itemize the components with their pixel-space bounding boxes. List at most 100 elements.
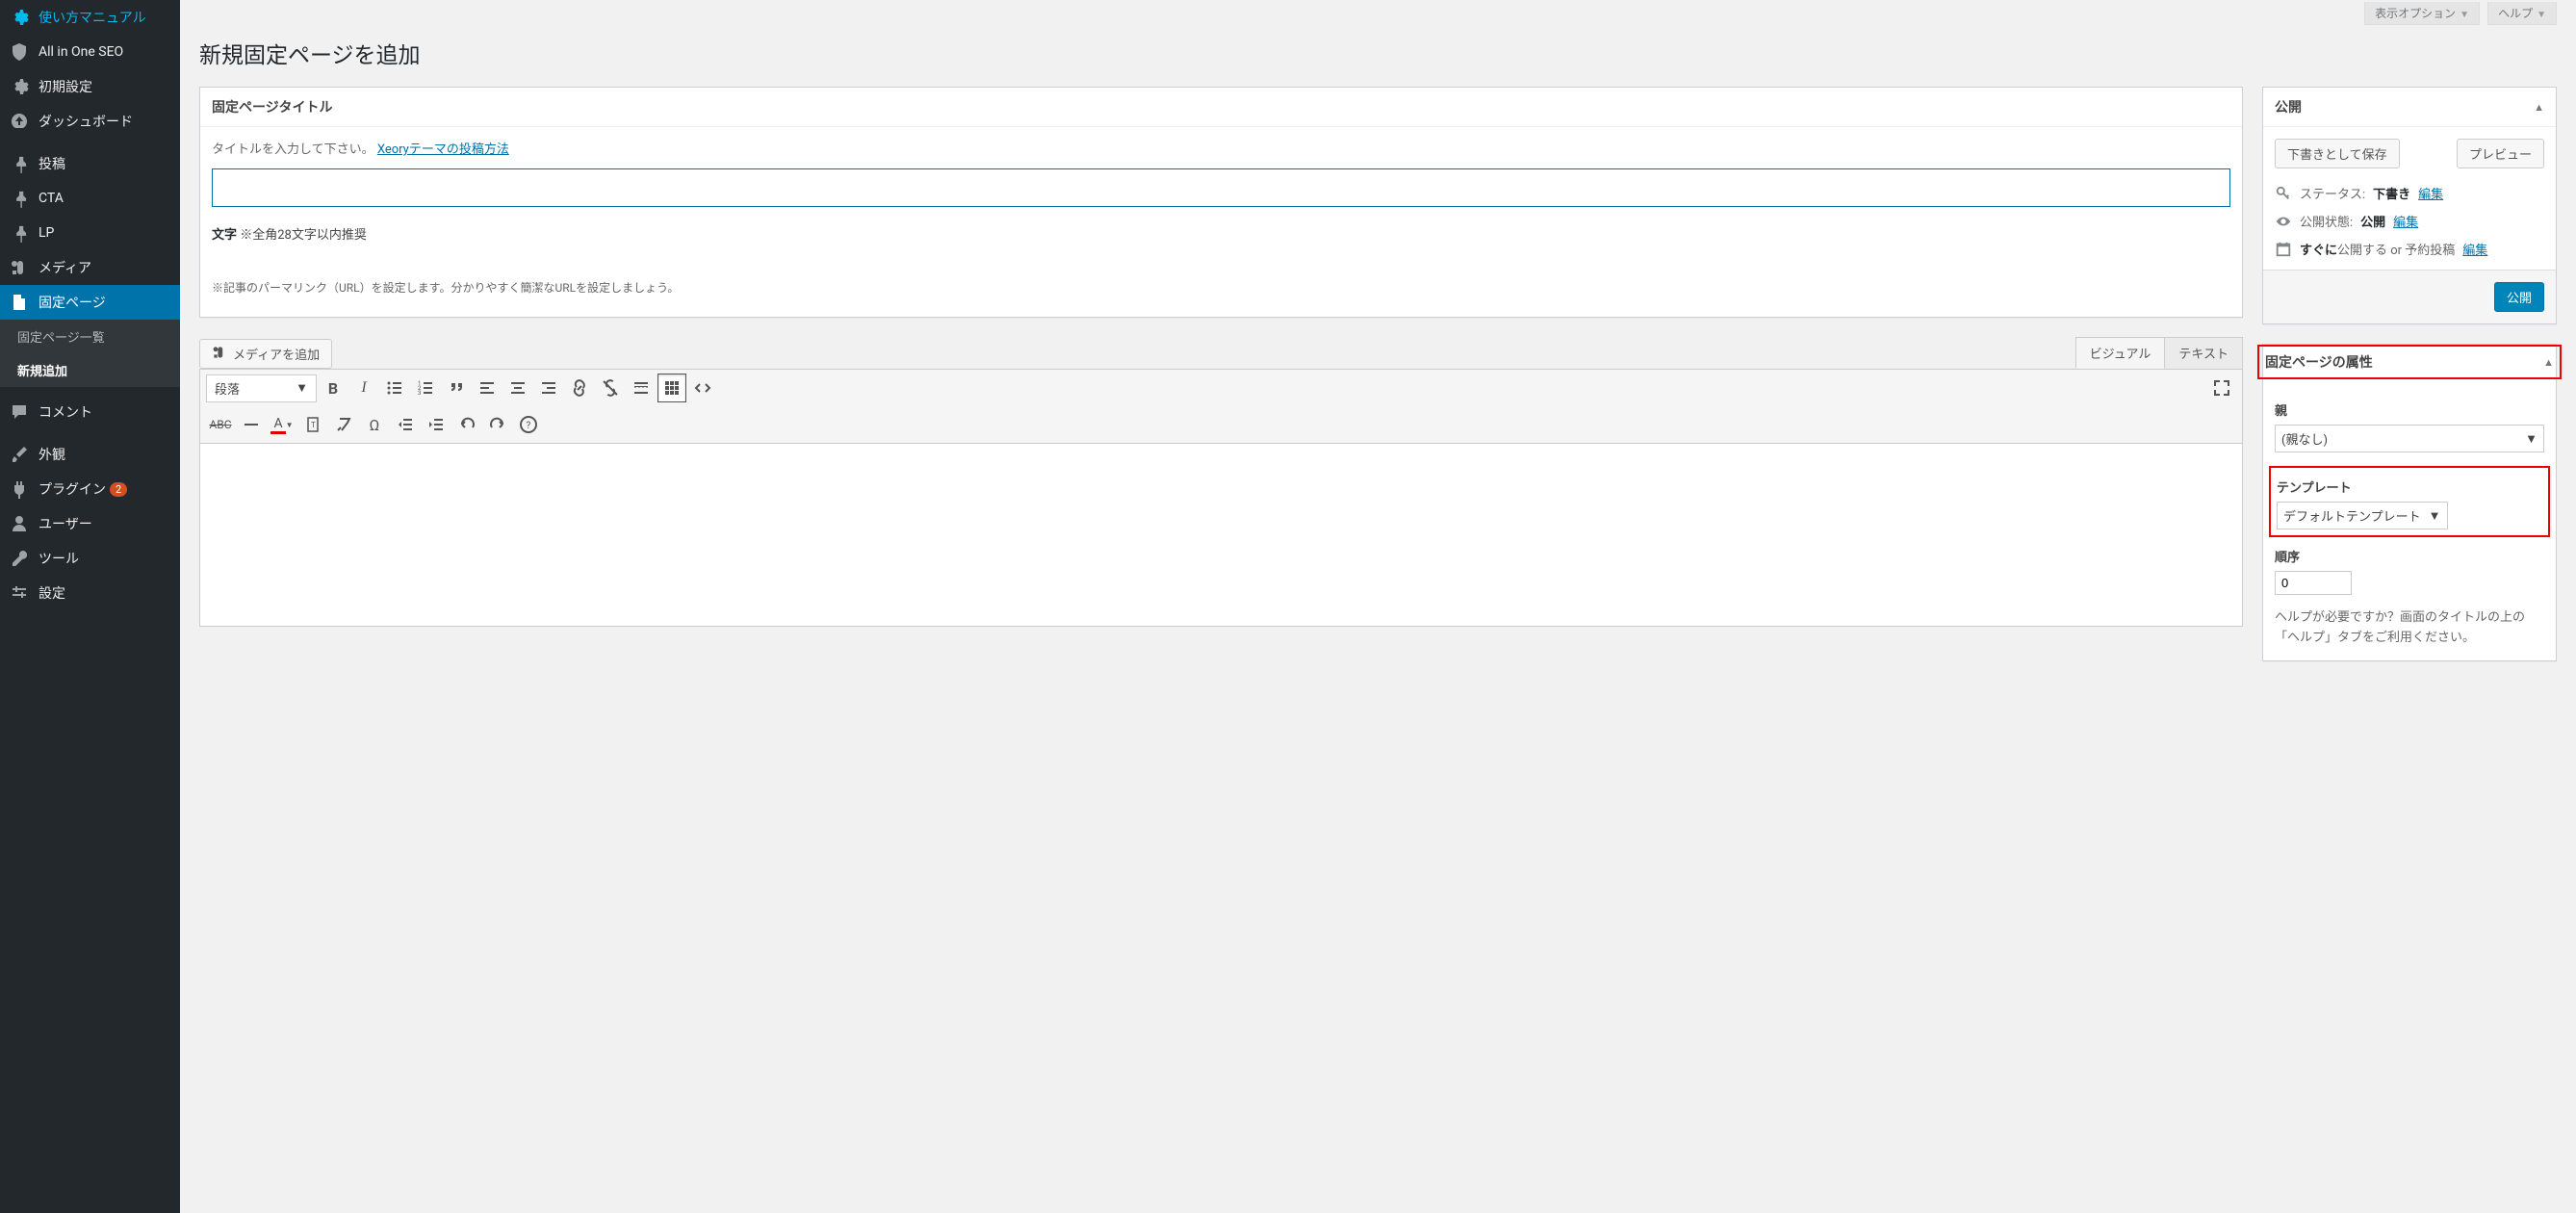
sidebar-item-appearance[interactable]: 外観 <box>0 437 180 472</box>
preview-button[interactable]: プレビュー <box>2457 139 2544 168</box>
wrench-icon <box>10 549 29 568</box>
sidebar-label: 初期設定 <box>39 77 92 96</box>
help-tab[interactable]: ヘルプ▼ <box>2487 2 2557 25</box>
sidebar-label: 外観 <box>39 445 65 464</box>
schedule-row: すぐに公開する or 予約投稿 編集 <box>2275 240 2544 258</box>
toggle-icon[interactable]: ▲ <box>2543 356 2554 369</box>
sidebar-label: メディア <box>39 258 91 277</box>
hr-button[interactable] <box>237 410 266 439</box>
align-left-button[interactable] <box>473 374 502 402</box>
eye-icon <box>2275 213 2292 230</box>
align-right-button[interactable] <box>534 374 563 402</box>
sidebar-item-manual[interactable]: 使い方マニュアル <box>0 0 180 35</box>
admin-sidebar: 使い方マニュアル All in One SEO 初期設定 ダッシュボード 投稿 … <box>0 0 180 1213</box>
media-icon <box>212 345 227 363</box>
italic-button[interactable]: I <box>349 374 378 402</box>
media-icon <box>10 258 29 277</box>
publish-button[interactable]: 公開 <box>2494 282 2544 312</box>
sidebar-item-plugins[interactable]: プラグイン 2 <box>0 472 180 506</box>
outdent-button[interactable] <box>391 410 420 439</box>
sidebar-label: 固定ページ <box>39 293 106 312</box>
bold-button[interactable]: B <box>319 374 348 402</box>
code-button[interactable] <box>688 374 717 402</box>
bullet-list-button[interactable] <box>380 374 409 402</box>
redo-button[interactable] <box>483 410 512 439</box>
help-button[interactable]: ? <box>514 410 543 439</box>
sidebar-item-comments[interactable]: コメント <box>0 395 180 429</box>
plugin-update-badge: 2 <box>110 482 127 497</box>
title-description: タイトルを入力して下さい。 Xeoryテーマの投稿方法 <box>212 139 2230 157</box>
indent-button[interactable] <box>422 410 451 439</box>
sidebar-label: All in One SEO <box>39 44 123 60</box>
more-button[interactable] <box>627 374 656 402</box>
sidebar-item-tools[interactable]: ツール <box>0 541 180 576</box>
shield-icon <box>10 42 29 62</box>
sidebar-item-dashboard[interactable]: ダッシュボード <box>0 104 180 139</box>
sidebar-item-media[interactable]: メディア <box>0 250 180 285</box>
sidebar-label: コメント <box>39 402 92 422</box>
paste-text-button[interactable]: T <box>298 410 327 439</box>
submenu-pages-list[interactable]: 固定ページ一覧 <box>0 320 180 353</box>
sidebar-item-posts[interactable]: 投稿 <box>0 146 180 181</box>
format-select[interactable]: 段落▼ <box>206 374 317 402</box>
sidebar-label: LP <box>39 225 54 241</box>
edit-status-link[interactable]: 編集 <box>2418 184 2443 202</box>
parent-select[interactable]: (親なし)▼ <box>2275 425 2544 452</box>
clear-format-button[interactable] <box>329 410 358 439</box>
sidebar-label: ツール <box>39 549 79 568</box>
quote-button[interactable] <box>442 374 471 402</box>
xeory-link[interactable]: Xeoryテーマの投稿方法 <box>377 142 509 157</box>
submenu-pages-add[interactable]: 新規追加 <box>0 353 180 387</box>
fullscreen-button[interactable] <box>2207 374 2236 402</box>
sidebar-item-users[interactable]: ユーザー <box>0 506 180 541</box>
edit-schedule-link[interactable]: 編集 <box>2462 240 2487 258</box>
editor-toolbar: 段落▼ B I 123 <box>199 369 2243 444</box>
svg-text:?: ? <box>527 421 531 431</box>
order-input[interactable] <box>2275 571 2352 595</box>
screen-options-tab[interactable]: 表示オプション▼ <box>2364 2 2480 25</box>
save-draft-button[interactable]: 下書きとして保存 <box>2275 139 2400 168</box>
undo-button[interactable] <box>452 410 481 439</box>
sidebar-label: ダッシュボード <box>39 112 133 131</box>
add-media-button[interactable]: メディアを追加 <box>199 339 332 369</box>
gear-icon <box>10 8 29 27</box>
attrs-heading: 固定ページの属性 <box>2265 352 2373 372</box>
title-input[interactable] <box>212 168 2230 207</box>
editor-body[interactable] <box>199 444 2243 627</box>
sidebar-label: CTA <box>39 191 64 206</box>
parent-label: 親 <box>2275 400 2544 419</box>
sidebar-item-seo[interactable]: All in One SEO <box>0 35 180 69</box>
plugin-icon <box>10 479 29 499</box>
sidebar-label: 使い方マニュアル <box>39 8 146 27</box>
publish-heading: 公開 <box>2275 97 2302 116</box>
sidebar-item-settings[interactable]: 設定 <box>0 576 180 610</box>
sidebar-item-pages[interactable]: 固定ページ <box>0 285 180 320</box>
pin-icon <box>10 223 29 243</box>
toggle-icon[interactable]: ▲ <box>2534 101 2544 114</box>
key-icon <box>2275 185 2292 202</box>
tab-text[interactable]: テキスト <box>2164 337 2243 369</box>
sidebar-label: ユーザー <box>39 514 92 533</box>
specialchar-button[interactable]: Ω <box>360 410 389 439</box>
comment-icon <box>10 402 29 422</box>
textcolor-button[interactable]: A▼ <box>268 410 296 439</box>
template-select[interactable]: デフォルトテンプレート▼ <box>2277 502 2448 529</box>
page-attributes-postbox: 固定ページの属性▲ 親 (親なし)▼ テンプレート デフォルトテンプレート▼ 順… <box>2262 344 2557 661</box>
number-list-button[interactable]: 123 <box>411 374 440 402</box>
user-icon <box>10 514 29 533</box>
page-icon <box>10 293 29 312</box>
edit-visibility-link[interactable]: 編集 <box>2393 212 2418 230</box>
unlink-button[interactable] <box>596 374 625 402</box>
sidebar-item-cta[interactable]: CTA <box>0 181 180 216</box>
strike-button[interactable]: ABC <box>206 410 235 439</box>
title-postbox: 固定ページタイトル タイトルを入力して下さい。 Xeoryテーマの投稿方法 文字… <box>199 87 2243 318</box>
calendar-icon <box>2275 241 2292 258</box>
sidebar-item-lp[interactable]: LP <box>0 216 180 250</box>
align-center-button[interactable] <box>503 374 532 402</box>
link-button[interactable] <box>565 374 594 402</box>
tab-visual[interactable]: ビジュアル <box>2075 337 2166 369</box>
sidebar-item-initial[interactable]: 初期設定 <box>0 69 180 104</box>
pin-icon <box>10 189 29 208</box>
toolbar-toggle-button[interactable] <box>657 374 686 402</box>
permalink-note: ※記事のパーマリンク（URL）を設定します。分かりやすく簡潔なURLを設定しまし… <box>212 279 2230 305</box>
